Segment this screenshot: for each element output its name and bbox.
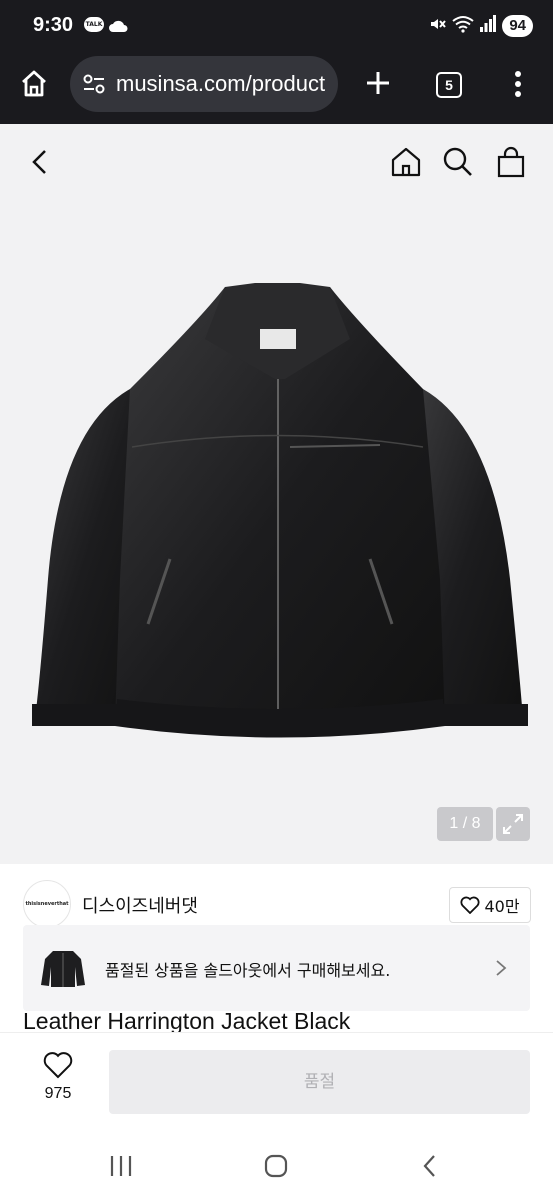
plus-icon[interactable] [363,68,393,102]
site-settings-icon[interactable] [82,73,106,99]
chevron-right-icon [494,958,508,982]
home-button-icon[interactable] [264,1154,288,1182]
product-image [20,279,533,753]
battery-icon: 94 [502,15,533,37]
system-nav-bar [0,1132,553,1200]
clock: 9:30 [33,14,74,36]
status-bar: 9:30 TALK 94 [0,0,553,52]
shopping-bag-icon[interactable] [496,146,526,182]
tabs-icon[interactable]: 5 [436,72,462,98]
soldout-message: 품절된 상품을 솔드아웃에서 구매해보세요. [105,961,391,980]
product-title: Leather Harrington Jacket Black [23,1008,351,1034]
purchase-bar: 975 품절 [0,1032,553,1133]
expand-icon[interactable] [496,807,530,841]
soldout-button[interactable]: 품절 [109,1050,530,1114]
wish-count: 975 [44,1085,72,1102]
soldout-banner[interactable]: 품절된 상품을 솔드아웃에서 구매해보세요. [23,925,530,1011]
brand-like-count: 40만 [484,897,520,916]
brand-name[interactable]: 디스이즈네버댓 [82,892,198,918]
search-icon[interactable] [442,146,474,182]
recent-apps-icon[interactable] [108,1154,134,1182]
brand-logo[interactable]: thisisneverthat [23,880,71,928]
heart-icon [460,896,480,914]
product-thumbnail [39,943,87,991]
cloud-icon [108,18,128,37]
browser-toolbar: musinsa.com/product 5 [0,52,553,124]
product-gallery[interactable]: 1 / 8 [0,124,553,864]
address-bar[interactable]: musinsa.com/product [70,56,338,112]
brand-like-button[interactable]: 40만 [449,887,531,923]
signal-icon [480,15,497,37]
image-counter: 1 / 8 [437,807,493,841]
heart-icon [43,1052,73,1079]
url-text[interactable]: musinsa.com/product [116,71,325,97]
home-icon[interactable] [390,146,422,182]
more-icon[interactable] [508,68,528,104]
wish-button[interactable]: 975 [37,1051,79,1103]
mute-icon [428,15,447,37]
kakaotalk-icon: TALK [84,17,104,32]
back-button-icon[interactable] [420,1154,440,1182]
product-nav [0,124,553,200]
wifi-icon [452,15,474,37]
home-icon[interactable] [18,68,50,104]
back-icon[interactable] [28,146,52,182]
